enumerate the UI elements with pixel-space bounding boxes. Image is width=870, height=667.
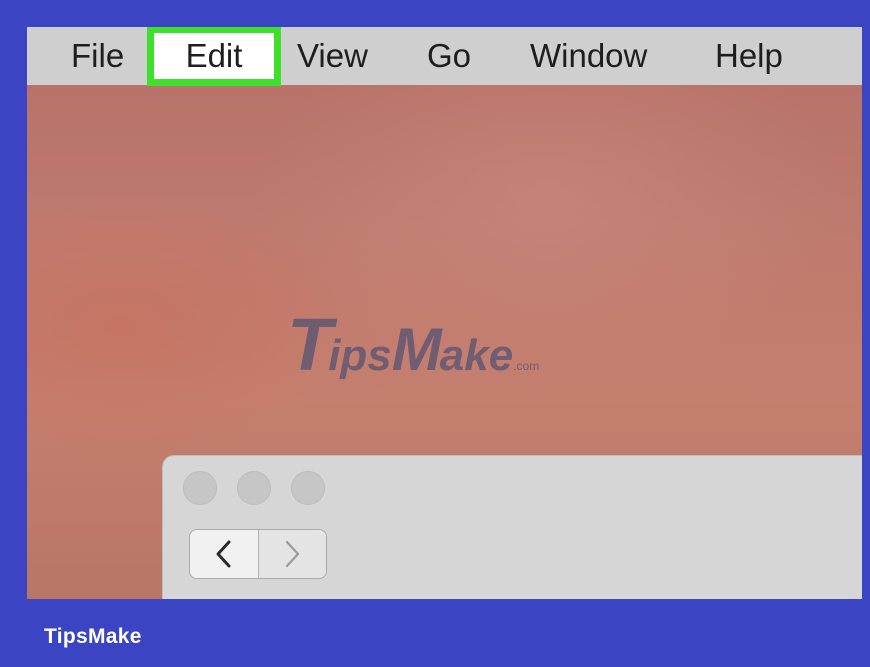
tutorial-frame: File Edit View Go Window Help TipsMake.c… <box>0 0 870 667</box>
finder-window <box>162 455 862 599</box>
menu-file[interactable]: File <box>71 27 124 85</box>
logo-part-ake: ake <box>439 331 514 380</box>
logo-part-m: M <box>391 316 442 383</box>
back-button[interactable] <box>190 530 259 578</box>
chevron-left-icon <box>216 540 231 568</box>
chevron-right-icon <box>286 540 300 568</box>
logo-part-com: .com <box>513 359 540 373</box>
navigation-buttons <box>189 529 327 579</box>
minimize-button[interactable] <box>237 471 271 505</box>
menu-help[interactable]: Help <box>715 27 783 85</box>
menu-view[interactable]: View <box>297 27 368 85</box>
watermark-logo: TipsMake.com <box>287 302 540 386</box>
forward-button[interactable] <box>258 530 326 578</box>
menu-bar: File Edit View Go Window Help <box>27 27 862 86</box>
brand-label: TipsMake <box>44 625 142 648</box>
close-button[interactable] <box>183 471 217 505</box>
footer-bar: TipsMake <box>0 599 870 667</box>
logo-part-t: T <box>287 303 332 386</box>
zoom-button[interactable] <box>291 471 325 505</box>
menu-go[interactable]: Go <box>427 27 471 85</box>
logo-part-ips: ips <box>328 331 392 380</box>
mac-screen: File Edit View Go Window Help TipsMake.c… <box>27 27 862 599</box>
menu-window[interactable]: Window <box>530 27 647 85</box>
menu-edit[interactable]: Edit <box>147 27 281 86</box>
